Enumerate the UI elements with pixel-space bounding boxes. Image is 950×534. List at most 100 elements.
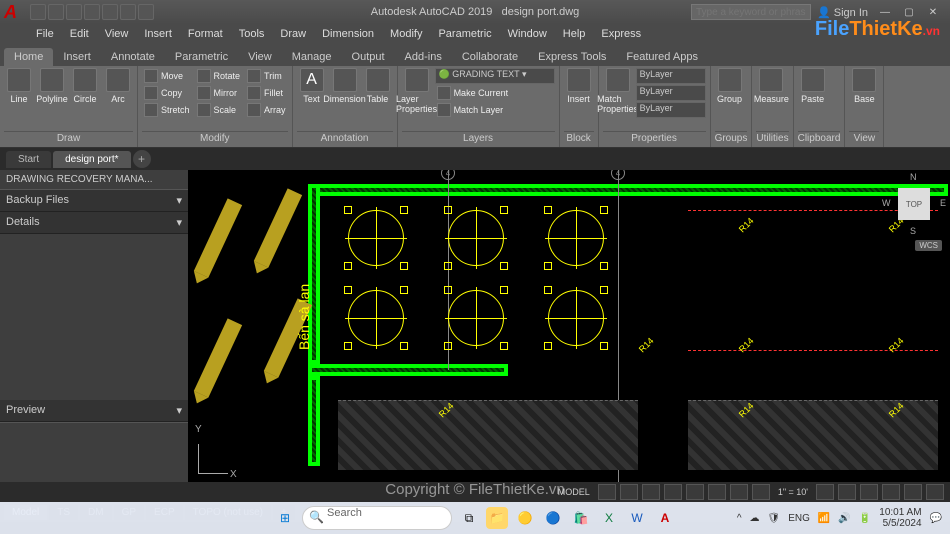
preview-section-header[interactable]: Preview▾ xyxy=(0,400,188,422)
signin-button[interactable]: 👤 Sign In xyxy=(817,6,868,19)
panel-view-label[interactable]: View xyxy=(849,131,879,145)
panel-groups-label[interactable]: Groups xyxy=(715,131,748,145)
explorer-icon[interactable]: 📁 xyxy=(486,507,508,529)
menu-help[interactable]: Help xyxy=(555,28,594,40)
store-icon[interactable]: 🛍️ xyxy=(570,507,592,529)
stretch-button[interactable]: Stretch xyxy=(142,102,192,118)
viewcube-w[interactable]: W xyxy=(882,198,891,208)
start-button[interactable]: ⊞ xyxy=(274,507,296,529)
task-view-icon[interactable]: ⧉ xyxy=(458,507,480,529)
menu-dimension[interactable]: Dimension xyxy=(314,28,382,40)
viewcube-s[interactable]: S xyxy=(910,226,916,236)
fillet-button[interactable]: Fillet xyxy=(245,85,288,101)
tab-home[interactable]: Home xyxy=(4,48,53,66)
panel-draw-label[interactable]: Draw xyxy=(4,131,133,145)
layer-dropdown[interactable]: 🟢 GRADING TEXT ▾ xyxy=(435,68,555,84)
qat-new-icon[interactable] xyxy=(30,4,46,20)
autocad-icon[interactable]: A xyxy=(654,507,676,529)
word-icon[interactable]: W xyxy=(626,507,648,529)
tray-notifications-icon[interactable]: 💬 xyxy=(930,513,942,524)
edge-icon[interactable]: 🔵 xyxy=(542,507,564,529)
linetype-dropdown[interactable]: ByLayer xyxy=(636,102,706,118)
tab-view[interactable]: View xyxy=(238,48,282,66)
panel-block-label[interactable]: Block xyxy=(564,131,594,145)
status-clean-icon[interactable] xyxy=(904,484,922,500)
tray-volume-icon[interactable]: 🔊 xyxy=(838,513,850,524)
move-button[interactable]: Move xyxy=(142,68,192,84)
text-button[interactable]: AText xyxy=(297,68,327,104)
tray-wifi-icon[interactable]: 📶 xyxy=(818,513,830,524)
menu-file[interactable]: File xyxy=(28,28,62,40)
details-section[interactable]: Details▾ xyxy=(0,212,188,234)
menu-window[interactable]: Window xyxy=(500,28,555,40)
tab-featured[interactable]: Featured Apps xyxy=(616,48,708,66)
tab-output[interactable]: Output xyxy=(342,48,395,66)
tray-battery-icon[interactable]: 🔋 xyxy=(859,513,871,524)
menu-draw[interactable]: Draw xyxy=(272,28,314,40)
doctab-start[interactable]: Start xyxy=(6,151,51,168)
insert-block-button[interactable]: Insert xyxy=(564,68,594,104)
backup-files-section[interactable]: Backup Files▾ xyxy=(0,190,188,212)
status-snap-icon[interactable] xyxy=(620,484,638,500)
table-button[interactable]: Table xyxy=(363,68,393,104)
status-lweight-icon[interactable] xyxy=(730,484,748,500)
dimension-button[interactable]: Dimension xyxy=(330,68,360,104)
menu-tools[interactable]: Tools xyxy=(231,28,273,40)
status-gear-icon[interactable] xyxy=(816,484,834,500)
excel-icon[interactable]: X xyxy=(598,507,620,529)
status-polar-icon[interactable] xyxy=(664,484,682,500)
tray-chevron-icon[interactable]: ^ xyxy=(737,513,742,524)
qat-plot-icon[interactable] xyxy=(102,4,118,20)
qat-save-icon[interactable] xyxy=(66,4,82,20)
viewcube-n[interactable]: N xyxy=(910,172,917,182)
panel-modify-label[interactable]: Modify xyxy=(142,131,288,145)
viewcube-e[interactable]: E xyxy=(940,198,946,208)
menu-modify[interactable]: Modify xyxy=(382,28,430,40)
scale-button[interactable]: Scale xyxy=(195,102,243,118)
line-button[interactable]: Line xyxy=(4,68,34,104)
menu-parametric[interactable]: Parametric xyxy=(430,28,499,40)
status-isolate-icon[interactable] xyxy=(860,484,878,500)
tray-onedrive-icon[interactable]: ☁ xyxy=(750,513,760,524)
match-layer-button[interactable]: Match Layer xyxy=(435,102,555,118)
copy-button[interactable]: Copy xyxy=(142,85,192,101)
panel-props-label[interactable]: Properties xyxy=(603,131,706,145)
tab-parametric[interactable]: Parametric xyxy=(165,48,238,66)
menu-view[interactable]: View xyxy=(97,28,137,40)
status-anno-scale[interactable]: 1" = 10' xyxy=(774,487,812,497)
tray-security-icon[interactable]: 🛡 xyxy=(768,513,781,524)
tab-insert[interactable]: Insert xyxy=(53,48,101,66)
rotate-button[interactable]: Rotate xyxy=(195,68,243,84)
menu-format[interactable]: Format xyxy=(180,28,231,40)
qat-undo-icon[interactable] xyxy=(120,4,136,20)
qat-redo-icon[interactable] xyxy=(138,4,154,20)
layer-properties-button[interactable]: Layer Properties xyxy=(402,68,432,114)
wcs-badge[interactable]: WCS xyxy=(915,240,942,251)
status-osnap-icon[interactable] xyxy=(686,484,704,500)
drawing-canvas[interactable]: 4 4 Bến sà lan R14 R14 R14 R14 R14 R14 R… xyxy=(188,170,950,502)
tray-clock[interactable]: 10:01 AM 5/5/2024 xyxy=(879,507,921,529)
paste-button[interactable]: Paste xyxy=(798,68,828,104)
match-properties-button[interactable]: Match Properties xyxy=(603,68,633,114)
status-grid-icon[interactable] xyxy=(598,484,616,500)
tab-annotate[interactable]: Annotate xyxy=(101,48,165,66)
arc-button[interactable]: Arc xyxy=(103,68,133,104)
tab-collaborate[interactable]: Collaborate xyxy=(452,48,528,66)
viewcube[interactable]: N S E W TOP xyxy=(884,174,944,234)
lineweight-dropdown[interactable]: ByLayer xyxy=(636,85,706,101)
mirror-button[interactable]: Mirror xyxy=(195,85,243,101)
circle-button[interactable]: Circle xyxy=(70,68,100,104)
tab-addins[interactable]: Add-ins xyxy=(395,48,452,66)
status-customize-icon[interactable] xyxy=(926,484,944,500)
chrome-icon[interactable]: 🟡 xyxy=(514,507,536,529)
panel-utils-label[interactable]: Utilities xyxy=(756,131,788,145)
status-ortho-icon[interactable] xyxy=(642,484,660,500)
status-otrack-icon[interactable] xyxy=(708,484,726,500)
menu-insert[interactable]: Insert xyxy=(136,28,180,40)
panel-clip-label[interactable]: Clipboard xyxy=(798,131,841,145)
group-button[interactable]: Group xyxy=(715,68,745,104)
measure-button[interactable]: Measure xyxy=(756,68,786,104)
qat-open-icon[interactable] xyxy=(48,4,64,20)
help-search-input[interactable] xyxy=(691,4,811,20)
status-hardware-icon[interactable] xyxy=(882,484,900,500)
